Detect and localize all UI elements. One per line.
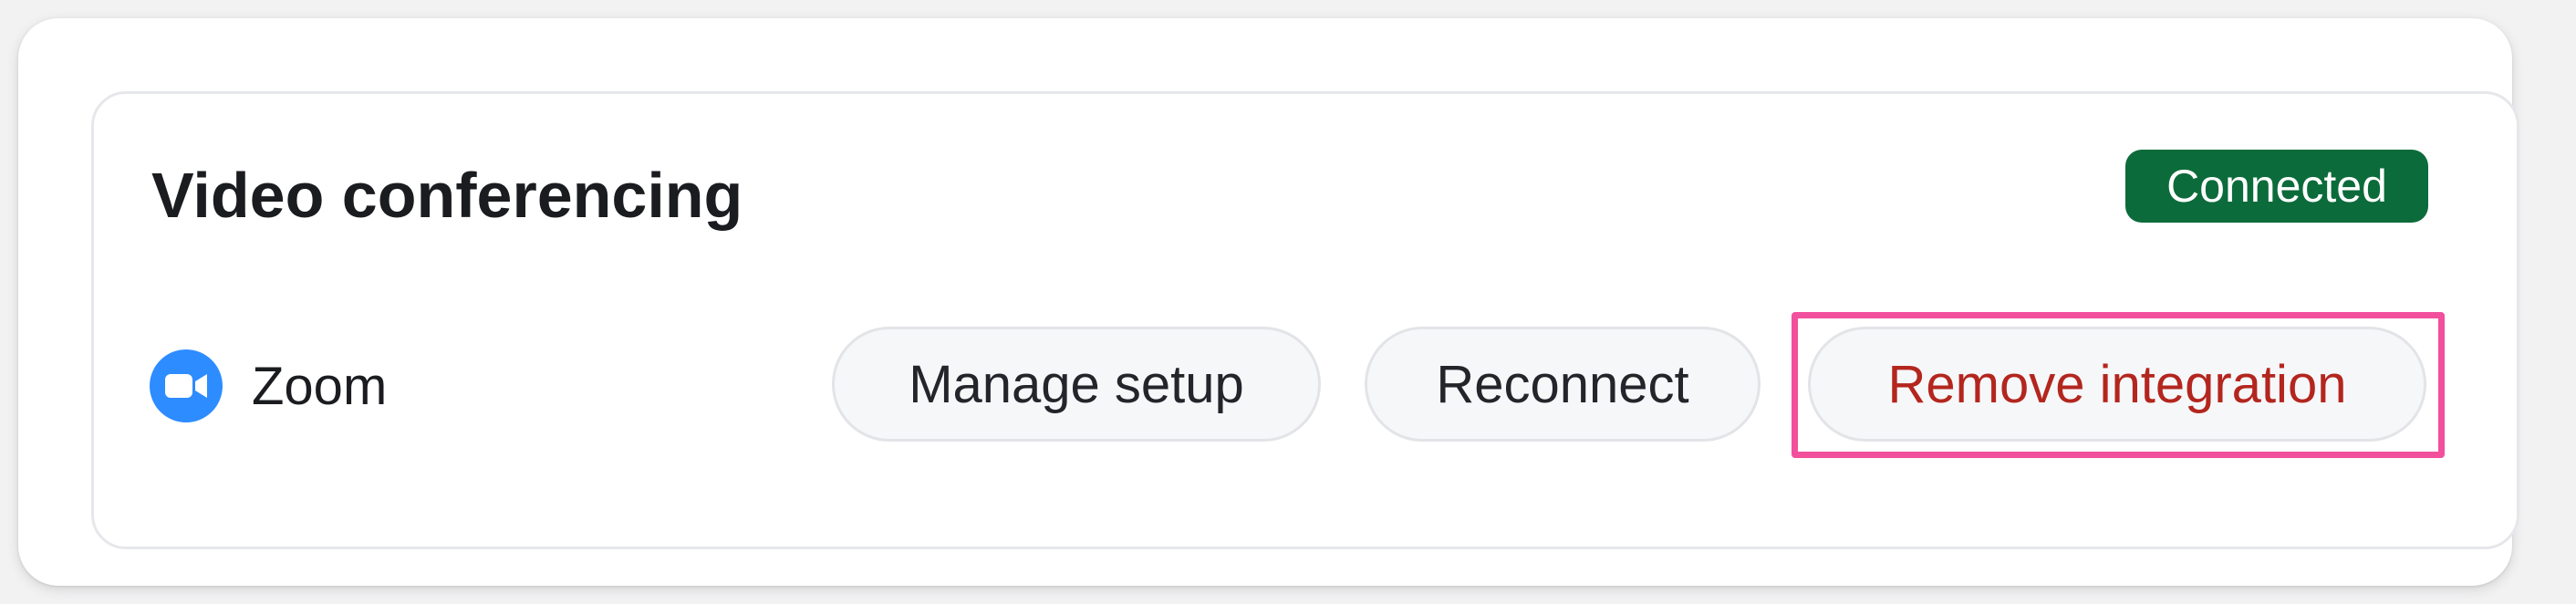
zoom-video-icon [150,349,223,422]
reconnect-button[interactable]: Reconnect [1365,327,1761,442]
provider-name: Zoom [252,356,388,416]
integration-panel [18,18,2519,586]
status-badge: Connected [2125,150,2428,223]
provider-row: Zoom [150,349,387,423]
manage-setup-button[interactable]: Manage setup [832,327,1321,442]
remove-integration-button[interactable]: Remove integration [1808,327,2426,442]
section-title: Video conferencing [151,160,743,231]
